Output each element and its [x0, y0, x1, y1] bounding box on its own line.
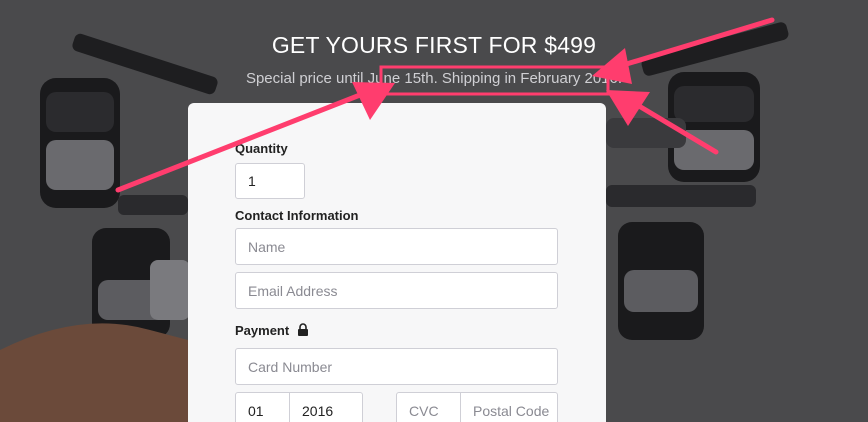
- checkout-form-card: Quantity 1 Contact Information Name Emai…: [188, 103, 606, 422]
- cvc-field[interactable]: CVC: [396, 392, 461, 422]
- quantity-label: Quantity: [235, 141, 288, 156]
- quantity-input[interactable]: 1: [235, 163, 305, 199]
- page-title: GET YOURS FIRST FOR $499: [271, 32, 597, 58]
- expiry-year-field[interactable]: 2016: [289, 392, 363, 422]
- expiry-month-field[interactable]: 01: [235, 392, 290, 422]
- payment-label: Payment: [235, 323, 290, 338]
- lock-icon: [297, 323, 309, 339]
- postal-code-field[interactable]: Postal Code: [460, 392, 558, 422]
- payment-label-group: Payment: [235, 323, 309, 339]
- name-field[interactable]: Name: [235, 228, 558, 265]
- card-number-field[interactable]: Card Number: [235, 348, 558, 385]
- page-subtitle: Special price until June 15th. Shipping …: [245, 70, 623, 87]
- email-field[interactable]: Email Address: [235, 272, 558, 309]
- contact-info-label: Contact Information: [235, 208, 359, 223]
